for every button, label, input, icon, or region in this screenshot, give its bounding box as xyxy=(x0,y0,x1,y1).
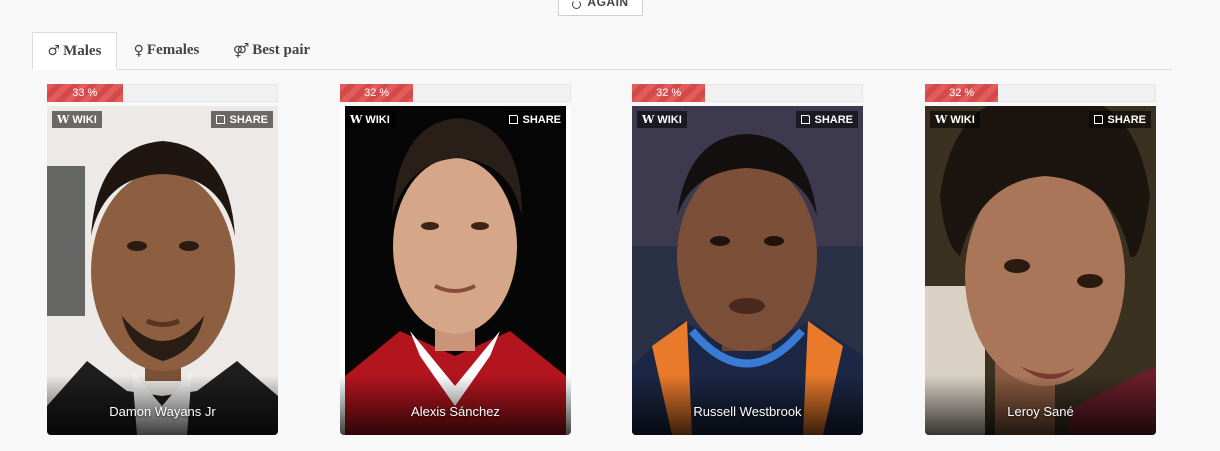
share-label: SHARE xyxy=(1107,113,1146,126)
percent-bar-fill: 32 % xyxy=(340,84,414,102)
wiki-button[interactable]: W WIKI xyxy=(637,111,687,128)
percent-bar: 33 % xyxy=(47,84,278,102)
name-overlay: Damon Wayans Jr xyxy=(47,375,278,435)
wiki-button[interactable]: W WIKI xyxy=(345,111,395,128)
percent-label: 32 % xyxy=(949,87,975,99)
candidate-card[interactable]: 32 % W WIKI SHARE Leroy Sané xyxy=(925,84,1156,435)
gender-tabs: ♂ Males ♀ Females ⚤ Best pair xyxy=(32,32,1172,70)
reload-icon xyxy=(572,0,582,9)
wiki-button[interactable]: W WIKI xyxy=(930,111,980,128)
name-overlay: Alexis Sánchez xyxy=(340,375,571,435)
share-button[interactable]: SHARE xyxy=(504,111,566,128)
wikipedia-icon: W xyxy=(642,113,655,126)
wiki-label: WIKI xyxy=(72,113,97,126)
share-icon xyxy=(509,115,519,124)
candidate-name: Damon Wayans Jr xyxy=(109,404,216,419)
candidate-photo[interactable]: W WIKI SHARE Alexis Sánchez xyxy=(340,106,571,435)
name-overlay: Leroy Sané xyxy=(925,375,1156,435)
percent-bar-fill: 32 % xyxy=(925,84,999,102)
share-icon xyxy=(216,115,226,124)
candidate-name: Alexis Sánchez xyxy=(411,404,500,419)
share-button[interactable]: SHARE xyxy=(211,111,273,128)
percent-label: 32 % xyxy=(656,87,682,99)
tab-females-label: Females xyxy=(146,42,200,58)
tab-females[interactable]: ♀ Females xyxy=(124,32,209,69)
female-icon: ♀ xyxy=(133,42,144,59)
percent-bar: 32 % xyxy=(340,84,571,102)
again-button-label: AGAIN xyxy=(587,0,629,9)
percent-bar-fill: 33 % xyxy=(47,84,123,102)
candidate-name: Leroy Sané xyxy=(1007,404,1074,419)
male-icon: ♂ xyxy=(47,43,61,59)
share-button[interactable]: SHARE xyxy=(1089,111,1151,128)
percent-label: 33 % xyxy=(72,87,98,99)
wiki-label: WIKI xyxy=(365,113,390,126)
wikipedia-icon: W xyxy=(57,113,70,126)
percent-bar: 32 % xyxy=(925,84,1156,102)
share-icon xyxy=(1094,115,1104,124)
share-label: SHARE xyxy=(229,113,268,126)
candidate-card[interactable]: 32 % W WIKI SHARE Russell Westbrook xyxy=(632,84,863,435)
share-button[interactable]: SHARE xyxy=(796,111,858,128)
tab-males-label: Males xyxy=(63,42,102,59)
wiki-label: WIKI xyxy=(950,113,975,126)
wikipedia-icon: W xyxy=(350,113,363,126)
candidate-name: Russell Westbrook xyxy=(693,404,802,419)
percent-label: 32 % xyxy=(364,87,390,99)
wiki-button[interactable]: W WIKI xyxy=(52,111,102,128)
wikipedia-icon: W xyxy=(935,113,948,126)
tab-best-pair[interactable]: ⚤ Best pair xyxy=(224,32,319,69)
candidate-photo[interactable]: W WIKI SHARE Russell Westbrook xyxy=(632,106,863,435)
tab-best-pair-label: Best pair xyxy=(252,42,311,58)
tab-males[interactable]: ♂ Males xyxy=(32,32,117,70)
candidate-photo[interactable]: W WIKI SHARE Damon Wayans Jr xyxy=(47,106,278,435)
candidate-card[interactable]: 32 % W WIKI SHARE Alexis Sánchez xyxy=(340,84,571,435)
pair-icon: ⚤ xyxy=(232,42,250,59)
wiki-label: WIKI xyxy=(657,113,682,126)
share-label: SHARE xyxy=(814,113,853,126)
percent-bar-fill: 32 % xyxy=(632,84,706,102)
candidate-card[interactable]: 33 % W WIKI SHARE Damon Wayans Jr xyxy=(47,84,278,435)
candidate-photo[interactable]: W WIKI SHARE Leroy Sané xyxy=(925,106,1156,435)
name-overlay: Russell Westbrook xyxy=(632,375,863,435)
again-button[interactable]: AGAIN xyxy=(558,0,643,16)
percent-bar: 32 % xyxy=(632,84,863,102)
share-label: SHARE xyxy=(522,113,561,126)
share-icon xyxy=(801,115,811,124)
